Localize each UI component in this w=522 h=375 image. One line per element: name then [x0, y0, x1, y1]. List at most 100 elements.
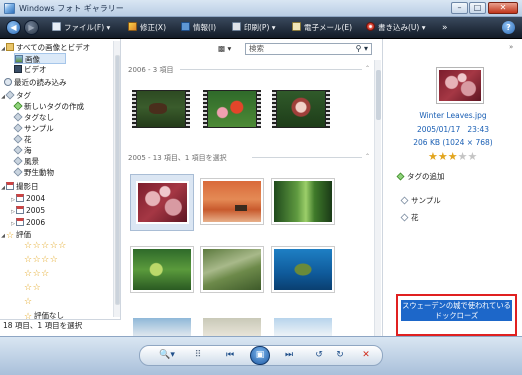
add-tag-icon	[396, 172, 405, 181]
new-tag-icon	[13, 101, 23, 111]
zoom-button[interactable]: 🔍▾	[157, 349, 177, 362]
nav-item-label: 海	[24, 146, 32, 155]
video-thumbnail[interactable]	[203, 90, 261, 128]
nav-item[interactable]: 海	[13, 145, 32, 156]
thumbnail-image	[201, 179, 263, 224]
nav-item[interactable]: 画像	[14, 53, 66, 64]
calendar-icon	[16, 194, 24, 202]
nav-item[interactable]: ▷ 2006	[10, 217, 45, 228]
info-icon	[181, 22, 190, 31]
tag-item[interactable]: 花	[400, 213, 419, 223]
rating-filter[interactable]: ☆☆☆☆	[24, 255, 58, 265]
nav-item[interactable]: 新しいタグの作成	[13, 101, 84, 112]
delete-button[interactable]: ✕	[360, 349, 372, 362]
photo-thumbnail[interactable]	[272, 316, 334, 336]
nav-item[interactable]: タグなし	[13, 112, 54, 123]
thumbnail-pane: ▩ ▾ 検索 ⚲ ▾ 2006 - 3 項目 ⌃ 2005 - 13 項目、1 …	[122, 39, 382, 336]
print-menu[interactable]: 印刷(P) ▾	[232, 22, 276, 34]
caption-field[interactable]: スウェーデンの城で使われているドックローズ	[396, 294, 517, 336]
tag-icon	[13, 134, 23, 144]
sort-view-menu[interactable]: ▩ ▾	[218, 44, 231, 53]
rating-empty: ★★	[457, 150, 478, 163]
minimize-button[interactable]: –	[451, 2, 468, 14]
nav-item[interactable]: ◢☆ 評価	[0, 229, 31, 241]
nav-item[interactable]: 風景	[13, 156, 39, 167]
nav-item-label: 2005	[26, 206, 46, 215]
photo-thumbnail[interactable]	[131, 247, 193, 294]
nav-item[interactable]: サンプル	[13, 123, 54, 134]
thumbnail-scrollbar[interactable]	[374, 60, 381, 336]
nav-scrollbar-thumb[interactable]	[115, 55, 120, 305]
close-pane-icon[interactable]: »	[509, 43, 513, 51]
thumbnail-image	[201, 247, 263, 292]
close-button[interactable]: ✕	[488, 2, 518, 14]
file-menu[interactable]: ファイル(F) ▾	[52, 22, 110, 34]
tag-icon	[13, 167, 23, 177]
collapse-icon[interactable]: ⌃	[365, 153, 370, 160]
video-thumbnail[interactable]	[132, 90, 190, 128]
photo-thumbnail[interactable]	[201, 316, 263, 336]
nav-item[interactable]: ◢ タグ	[0, 90, 31, 101]
star-icon: ☆	[6, 231, 15, 241]
nav-item-label: 画像	[25, 55, 40, 64]
photo-thumbnail[interactable]	[201, 247, 263, 294]
slideshow-button[interactable]: ▣	[250, 346, 270, 365]
add-tag-button[interactable]: タグの追加	[396, 172, 445, 182]
rating-filled: ★★★	[428, 150, 458, 163]
divider	[180, 69, 362, 70]
back-button[interactable]: ◀	[6, 20, 21, 35]
nav-item[interactable]: ◢ 撮影日	[0, 181, 39, 192]
photo-thumbnail[interactable]	[131, 316, 193, 336]
rotate-cw-button[interactable]: ↻	[334, 349, 346, 362]
nav-item[interactable]: 最近の読み込み	[4, 77, 67, 88]
rating-filter[interactable]: ☆☆☆	[24, 269, 50, 279]
thumbnail-scrollbar-thumb[interactable]	[376, 70, 381, 120]
photo-thumbnail[interactable]	[201, 179, 263, 226]
next-button[interactable]: ⏭	[281, 349, 297, 362]
email-icon	[292, 22, 301, 31]
fix-button[interactable]: 修正(X)	[128, 22, 166, 34]
group-header-2005[interactable]: 2005 - 13 項目、1 項目を選択	[128, 153, 227, 162]
nav-item-label: 撮影日	[16, 182, 39, 191]
rating-filter[interactable]: ☆☆☆☆☆	[24, 241, 67, 251]
thumbnail-image	[272, 179, 334, 224]
search-input[interactable]: 検索 ⚲ ▾	[245, 43, 372, 55]
video-icon	[14, 65, 22, 73]
nav-scrollbar[interactable]	[113, 41, 120, 317]
photo-thumbnail[interactable]	[272, 179, 334, 226]
photo-thumbnail[interactable]	[272, 247, 334, 294]
more-button[interactable]: »	[442, 22, 448, 34]
nav-item-label: ビデオ	[24, 65, 47, 74]
rating-filter[interactable]: ☆	[24, 297, 33, 307]
grid-icon[interactable]: ⠿	[191, 349, 205, 362]
folder-icon	[6, 43, 14, 51]
email-button[interactable]: 電子メール(E)	[292, 22, 352, 34]
nav-item[interactable]: ◢ すべての画像とビデオ	[0, 42, 90, 53]
tag-icon	[13, 112, 23, 122]
nav-item[interactable]: 花	[13, 134, 32, 145]
help-button[interactable]: ?	[502, 21, 515, 34]
tag-item[interactable]: サンプル	[400, 196, 441, 206]
burn-menu[interactable]: 書き込み(U) ▾	[366, 22, 426, 34]
previous-button[interactable]: ⏮	[222, 349, 238, 362]
caption-text[interactable]: スウェーデンの城で使われているドックローズ	[401, 300, 512, 321]
app-icon	[4, 3, 15, 14]
photo-thumbnail-selected[interactable]	[130, 174, 194, 231]
group-header-2006[interactable]: 2006 - 3 項目	[128, 65, 173, 74]
info-button[interactable]: 情報(I)	[181, 22, 216, 34]
nav-item[interactable]: ビデオ	[14, 64, 47, 75]
file-name[interactable]: Winter Leaves.jpg	[383, 111, 522, 120]
nav-item[interactable]: 野生動物	[13, 167, 54, 178]
video-thumbnail[interactable]	[272, 90, 330, 128]
nav-item[interactable]: ▷ 2004	[10, 193, 45, 204]
maximize-button[interactable]: □	[469, 2, 486, 14]
rating-filter[interactable]: ☆☆	[24, 283, 41, 293]
collapse-icon[interactable]: ⌃	[365, 65, 370, 72]
forward-button[interactable]: ▶	[24, 20, 39, 35]
nav-item[interactable]: ▷ 2005	[10, 205, 45, 216]
search-icon[interactable]: ⚲ ▾	[356, 44, 368, 54]
status-text: 18 項目、1 項目を選択	[0, 319, 121, 332]
rotate-ccw-button[interactable]: ↺	[313, 349, 325, 362]
rating-stars[interactable]: ★★★★★	[428, 150, 477, 163]
date-taken[interactable]: 2005/01/17 23:43	[383, 125, 522, 134]
